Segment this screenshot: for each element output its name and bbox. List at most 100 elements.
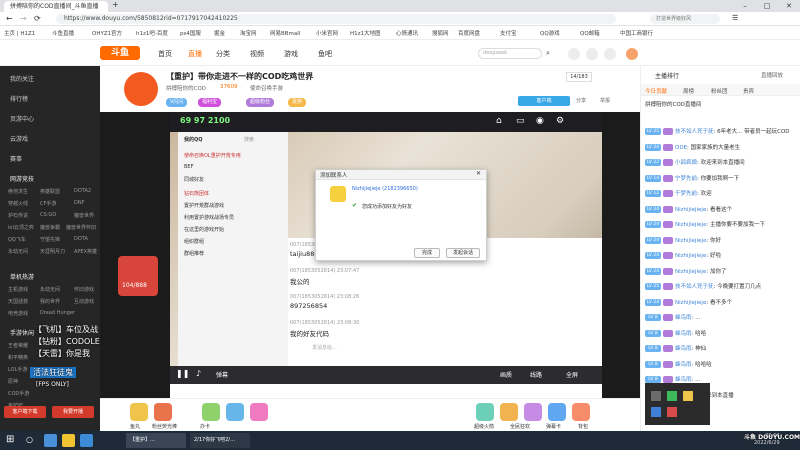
dialog-close-icon[interactable]: ✕ (476, 170, 481, 177)
url-field[interactable]: https://www.douyu.com/5850812rid=0717917… (56, 14, 616, 24)
bookmark-item[interactable]: H1z1大地图 (350, 29, 381, 37)
bookmark-item[interactable]: ps4国服 (180, 29, 201, 37)
home-icon[interactable]: ⌂ (496, 116, 502, 126)
badge-chip[interactable]: 超级粉丝 (246, 98, 275, 107)
search-icon[interactable]: ⌕ (546, 49, 550, 58)
chat-username[interactable]: 技不如人死于抚 (675, 129, 714, 135)
bookmark-item[interactable]: 小米官网 (316, 29, 338, 37)
badge-chip[interactable]: V闪闪 (166, 98, 188, 107)
douyu-logo[interactable]: 斗鱼 (100, 46, 140, 60)
minimize-icon[interactable]: – (734, 0, 756, 12)
report-button[interactable]: 举报 (600, 97, 610, 104)
new-tab-icon[interactable]: + (112, 0, 119, 9)
sidebar-tag[interactable]: 天国拯救 (8, 298, 28, 305)
tab-today[interactable]: 今日贡献 (645, 87, 667, 95)
qq-group-row[interactable]: 钻石熊团体 (184, 190, 209, 197)
sidebar-tag[interactable]: 魔兽争霸 (40, 224, 60, 231)
start-live-button[interactable]: 我要开播 (52, 406, 94, 418)
gift-item[interactable] (500, 403, 518, 421)
share-button[interactable]: 分享 (576, 97, 586, 104)
chat-username[interactable]: ODE (675, 145, 687, 151)
app-taskbar-icon[interactable] (80, 434, 93, 447)
nav-category[interactable]: 分类 (216, 49, 230, 59)
gamepad-icon[interactable]: ◉ (536, 116, 544, 126)
qq-group-row[interactable]: 组织群组 (184, 238, 204, 245)
gift-item[interactable] (226, 403, 244, 421)
search-icon[interactable]: ○ (26, 435, 33, 444)
user-avatar[interactable] (626, 48, 638, 60)
start-chat-button[interactable]: 发起会话 (446, 248, 480, 258)
gift-item[interactable] (476, 403, 494, 421)
bookmark-item[interactable]: 百度网盘 (458, 29, 480, 37)
sidebar-tag[interactable]: 永劫无间 (40, 286, 60, 293)
bookmark-item[interactable]: 淘宝网 (240, 29, 257, 37)
bookmark-item[interactable]: 掘金 (214, 29, 225, 37)
sidebar-tag[interactable]: 王者荣耀 (8, 342, 28, 349)
chat-username[interactable]: 蜂鸟雨 (675, 362, 692, 368)
nav-game[interactable]: 游戏 (284, 49, 298, 59)
reload-icon[interactable]: ⟳ (34, 14, 41, 23)
bookmark-item[interactable]: OHYZ1官方 (92, 29, 122, 37)
play-pause-icon[interactable]: ❚❚ (176, 369, 189, 378)
maximize-icon[interactable]: □ (756, 0, 778, 12)
chat-username[interactable]: 宁梦先前 (675, 176, 697, 182)
gift-item[interactable] (250, 403, 268, 421)
bookmark-item[interactable]: 主页 | H1Z1 (4, 29, 35, 37)
sidebar-tag[interactable]: 英雄联盟 (40, 188, 60, 195)
streamer-avatar[interactable] (124, 72, 158, 106)
nav-yuba[interactable]: 鱼吧 (318, 49, 332, 59)
gift-item[interactable] (572, 403, 590, 421)
gift-item[interactable] (202, 403, 220, 421)
sidebar-tag[interactable]: 魔兽世界 (74, 212, 94, 219)
sidebar-tag[interactable]: DNF (74, 200, 84, 206)
sidebar-tag[interactable]: 电竞游戏 (8, 310, 28, 317)
bookmark-item[interactable]: 中国工商银行 (620, 29, 653, 37)
chat-username[interactable]: Nizhijiejieje (675, 269, 706, 275)
gift-item[interactable] (548, 403, 566, 421)
chrome-taskbar-icon[interactable] (44, 434, 57, 447)
sidebar-tag[interactable]: 魔兽世界怀旧 (66, 224, 96, 231)
chat-username[interactable]: 蜂鸟雨 (675, 331, 692, 337)
sidebar-tag[interactable]: Dread Hunger (40, 310, 75, 316)
tray-icon[interactable] (667, 391, 677, 401)
line-button[interactable]: 线路 (530, 370, 542, 379)
tray-icon[interactable] (651, 391, 661, 401)
sidebar-tag[interactable]: COD手游 (8, 390, 29, 397)
room-category[interactable]: 使命召唤手游 (250, 84, 283, 92)
nav-home[interactable]: 首页 (158, 49, 172, 59)
sidebar-tag[interactable]: lol云顶之弈 (8, 224, 34, 231)
gift-item[interactable] (130, 403, 148, 421)
close-icon[interactable]: ✕ (778, 0, 800, 12)
sidebar-item-webgame[interactable]: 页游中心 (10, 114, 34, 123)
back-icon[interactable]: ← (6, 14, 13, 23)
extensions-icon[interactable]: ☰ (732, 14, 738, 22)
sidebar-tag[interactable]: CS:GO (40, 212, 56, 218)
chat-username[interactable]: Nizhijiejieje (675, 253, 706, 259)
streamer-name[interactable]: 拼搏陪你的COD (166, 84, 206, 92)
sidebar-tag[interactable]: DOTA (74, 236, 88, 242)
sidebar-tag[interactable]: 原神 (8, 378, 18, 385)
sidebar-tag[interactable]: 绝地求生 (8, 188, 28, 195)
chat-username[interactable]: Nizhijiejieje (675, 300, 706, 306)
gift-item[interactable] (524, 403, 542, 421)
chat-username[interactable]: 千梦先前 (675, 191, 697, 197)
sidebar-item-rank[interactable]: 排行榜 (10, 94, 28, 103)
tray-icon[interactable] (651, 407, 661, 417)
qq-group-row[interactable]: BEF (184, 164, 193, 170)
chat-username[interactable]: 小鸽疯娘 (675, 160, 697, 166)
sidebar-tag[interactable]: 怀旧游戏 (74, 286, 94, 293)
bookmark-item[interactable]: 支付宝 (500, 29, 517, 37)
windows-start-icon[interactable]: ⊞ (6, 434, 14, 445)
sidebar-tag[interactable]: 主机游戏 (8, 286, 28, 293)
quality-button[interactable]: 画质 (500, 370, 512, 379)
qq-group-row[interactable]: 同城好友 (184, 176, 204, 183)
sidebar-tag[interactable]: 炉石传说 (8, 212, 28, 219)
qq-group-row[interactable]: 群组推荐 (184, 250, 204, 257)
sidebar-tag[interactable]: 守望先锋 (40, 236, 60, 243)
message-icon[interactable] (604, 48, 616, 60)
follow-icon[interactable] (586, 48, 598, 60)
qq-group-row[interactable]: 利用置护游戏战场专员 (184, 214, 234, 221)
nav-live[interactable]: 直播 (188, 49, 202, 59)
fullscreen-button[interactable]: 全屏 (566, 370, 578, 379)
qq-group-row[interactable]: 置护开荒群战游戏 (184, 202, 224, 209)
